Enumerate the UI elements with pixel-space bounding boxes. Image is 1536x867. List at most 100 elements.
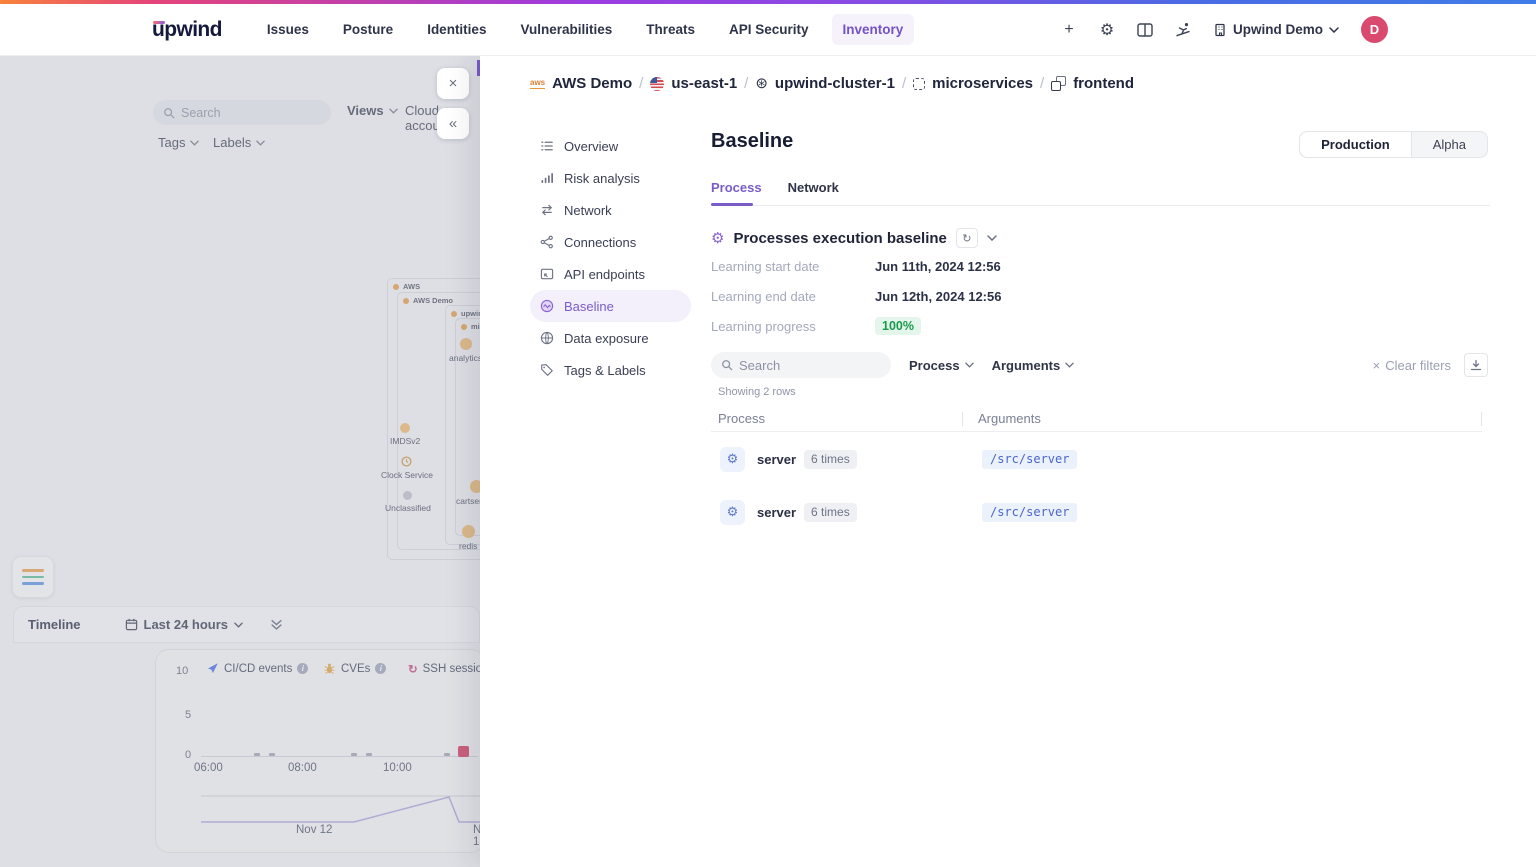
tag-icon bbox=[540, 363, 554, 377]
upwind-logo[interactable]: upwind bbox=[152, 18, 222, 42]
nav-item-inventory[interactable]: Inventory bbox=[832, 14, 915, 45]
section-title: Processes execution baseline bbox=[733, 230, 946, 247]
breadcrumb-label: us-east-1 bbox=[671, 75, 737, 92]
detail-sidebar: Overview Risk analysis Network Connectio… bbox=[530, 130, 691, 386]
refresh-button[interactable]: ↻ bbox=[956, 228, 978, 248]
sidebar-item-baseline[interactable]: Baseline bbox=[530, 290, 691, 322]
environment-toggle: Production Alpha bbox=[1299, 131, 1488, 158]
org-name: Upwind Demo bbox=[1233, 22, 1323, 37]
process-name: server bbox=[757, 452, 796, 467]
top-nav: upwind Issues Posture Identities Vulnera… bbox=[0, 4, 1536, 56]
clear-x-icon: × bbox=[1373, 358, 1381, 373]
alpha-toggle-button[interactable]: Alpha bbox=[1412, 132, 1487, 157]
bar-chart-icon bbox=[540, 171, 554, 185]
getting-started-button[interactable] bbox=[1169, 16, 1197, 44]
plus-icon: + bbox=[1064, 21, 1073, 39]
building-icon bbox=[1213, 23, 1227, 37]
breadcrumb-label: upwind-cluster-1 bbox=[775, 75, 895, 92]
main-menu: Issues Posture Identities Vulnerabilitie… bbox=[256, 14, 914, 45]
column-divider[interactable] bbox=[1481, 412, 1482, 426]
download-button[interactable] bbox=[1464, 353, 1488, 377]
table-row[interactable]: ⚙ server 6 times /src/server bbox=[711, 486, 1482, 538]
breadcrumb-item-aws-demo[interactable]: aws AWS Demo bbox=[530, 75, 632, 92]
resource-detail-panel: aws AWS Demo / us-east-1 / ⊛ upwind-clus… bbox=[480, 56, 1536, 867]
breadcrumb-separator: / bbox=[639, 75, 643, 92]
arguments-filter-dropdown[interactable]: Arguments bbox=[992, 358, 1075, 373]
arguments-chip: /src/server bbox=[982, 450, 1077, 469]
nav-right-controls: + ⚙ Upwind Demo D bbox=[1055, 16, 1388, 44]
sidebar-item-label: Connections bbox=[564, 235, 636, 250]
nav-item-posture[interactable]: Posture bbox=[332, 14, 404, 45]
process-count-badge: 6 times bbox=[804, 503, 857, 522]
tabs-divider bbox=[711, 205, 1490, 206]
sidebar-item-label: Network bbox=[564, 203, 612, 218]
browser-icon bbox=[540, 267, 554, 281]
nav-item-threats[interactable]: Threats bbox=[635, 14, 706, 45]
field-label: Learning end date bbox=[711, 289, 875, 304]
refresh-icon: ↻ bbox=[962, 232, 971, 245]
share-network-icon bbox=[540, 235, 554, 249]
nav-item-identities[interactable]: Identities bbox=[416, 14, 497, 45]
kubernetes-cluster-icon: ⊛ bbox=[755, 76, 768, 91]
nav-item-vulnerabilities[interactable]: Vulnerabilities bbox=[509, 14, 623, 45]
arguments-filter-label: Arguments bbox=[992, 358, 1061, 373]
workload-icon bbox=[1051, 76, 1066, 91]
breadcrumb-separator: / bbox=[744, 75, 748, 92]
sidebar-item-label: Overview bbox=[564, 139, 618, 154]
column-header-arguments[interactable]: Arguments bbox=[978, 411, 1041, 426]
process-icon: ⚙ bbox=[720, 447, 745, 472]
close-panel-button[interactable]: × bbox=[437, 68, 469, 99]
field-label: Learning progress bbox=[711, 319, 875, 334]
settings-button[interactable]: ⚙ bbox=[1093, 16, 1121, 44]
production-toggle-button[interactable]: Production bbox=[1300, 132, 1412, 157]
breadcrumb-item-namespace[interactable]: microservices bbox=[913, 75, 1033, 92]
sidebar-item-network[interactable]: Network bbox=[530, 194, 691, 226]
arguments-chip: /src/server bbox=[982, 503, 1077, 522]
add-button[interactable]: + bbox=[1055, 16, 1083, 44]
breadcrumb-separator: / bbox=[902, 75, 906, 92]
map-background: Views Cloud account Tags Labels AWS AWS … bbox=[0, 56, 480, 867]
process-filter-dropdown[interactable]: Process bbox=[909, 358, 974, 373]
chevron-down-icon bbox=[965, 362, 974, 368]
sidebar-item-overview[interactable]: Overview bbox=[530, 130, 691, 162]
aws-icon: aws bbox=[530, 79, 545, 89]
org-switcher[interactable]: Upwind Demo bbox=[1207, 18, 1345, 41]
breadcrumb-item-cluster[interactable]: ⊛ upwind-cluster-1 bbox=[755, 75, 895, 92]
breadcrumb-item-workload[interactable]: frontend bbox=[1051, 75, 1134, 92]
table-header: Process Arguments bbox=[711, 406, 1482, 432]
table-row[interactable]: ⚙ server 6 times /src/server bbox=[711, 433, 1482, 485]
progress-badge: 100% bbox=[875, 317, 921, 335]
sidebar-item-tags-labels[interactable]: Tags & Labels bbox=[530, 354, 691, 386]
table-filter-row: Process Arguments × Clear filters bbox=[711, 352, 1488, 378]
process-filter-label: Process bbox=[909, 358, 960, 373]
process-name: server bbox=[757, 505, 796, 520]
field-learning-end-date: Learning end date Jun 12th, 2024 12:56 bbox=[711, 286, 1001, 306]
sidebar-item-api-endpoints[interactable]: API endpoints bbox=[530, 258, 691, 290]
chevron-down-icon bbox=[1065, 362, 1074, 368]
split-view-button[interactable] bbox=[1131, 16, 1159, 44]
row-count-text: Showing 2 rows bbox=[718, 386, 796, 398]
section-collapse-button[interactable] bbox=[987, 235, 997, 241]
clear-filters-button[interactable]: × Clear filters bbox=[1373, 358, 1451, 373]
field-label: Learning start date bbox=[711, 259, 875, 274]
breadcrumb-label: AWS Demo bbox=[552, 75, 632, 92]
nav-item-api-security[interactable]: API Security bbox=[718, 14, 820, 45]
column-header-process[interactable]: Process bbox=[718, 411, 962, 426]
page-title: Baseline bbox=[711, 130, 793, 153]
swap-arrows-icon bbox=[540, 203, 554, 217]
sidebar-item-risk-analysis[interactable]: Risk analysis bbox=[530, 162, 691, 194]
double-chevron-left-icon: « bbox=[449, 115, 457, 132]
active-tab-underline bbox=[711, 203, 753, 206]
list-icon bbox=[540, 139, 554, 153]
breadcrumb-item-us-east-1[interactable]: us-east-1 bbox=[650, 75, 737, 92]
split-view-icon bbox=[1137, 23, 1153, 37]
us-flag-icon bbox=[650, 77, 664, 91]
process-icon: ⚙ bbox=[720, 500, 745, 525]
sidebar-item-data-exposure[interactable]: Data exposure bbox=[530, 322, 691, 354]
nav-item-issues[interactable]: Issues bbox=[256, 14, 320, 45]
sidebar-item-connections[interactable]: Connections bbox=[530, 226, 691, 258]
column-divider[interactable] bbox=[962, 412, 963, 426]
collapse-panel-button[interactable]: « bbox=[437, 108, 469, 139]
table-search-input[interactable] bbox=[739, 358, 869, 373]
user-avatar[interactable]: D bbox=[1361, 16, 1388, 43]
